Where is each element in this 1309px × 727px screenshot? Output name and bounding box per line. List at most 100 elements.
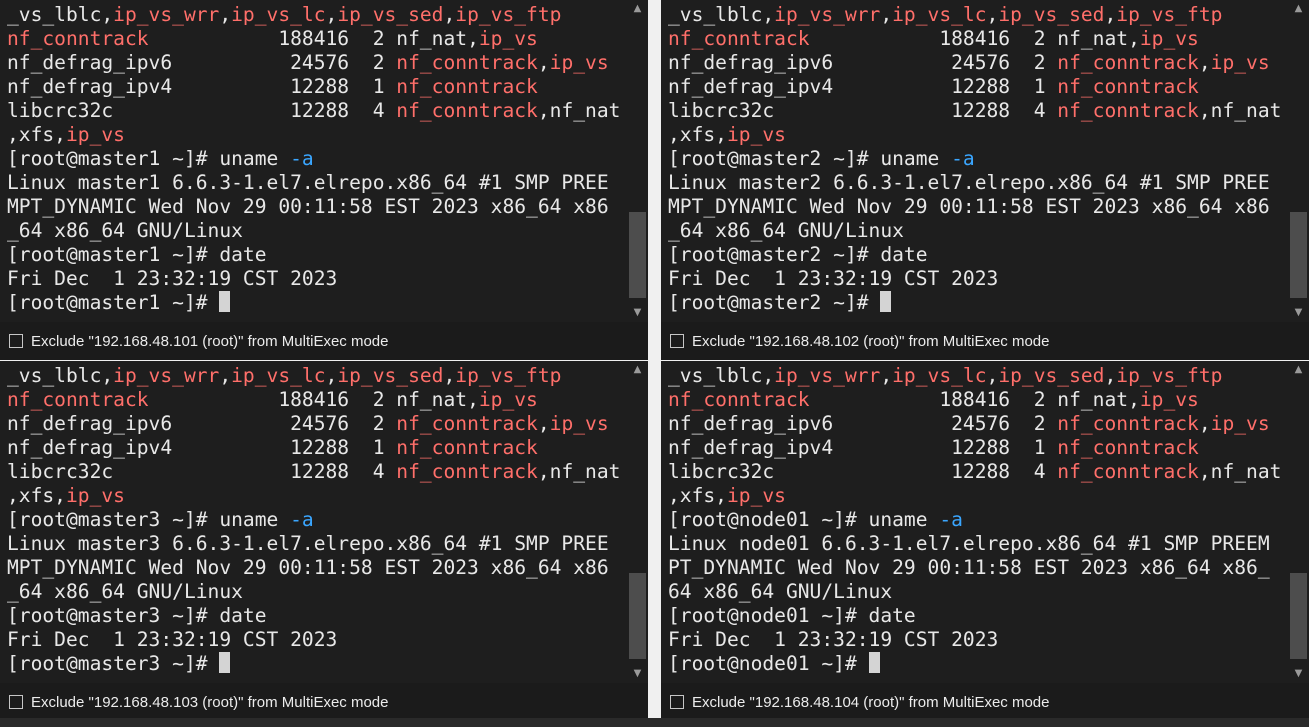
terminal-segment: ,xfs,: [668, 484, 727, 507]
terminal-segment: ,nf_nat: [537, 99, 621, 122]
vertical-scrollbar[interactable]: ▲ ▼: [1288, 361, 1309, 683]
terminal-segment: ip_vs_wrr: [774, 364, 881, 387]
terminal-segment: Linux master3 6.6.3-1.el7.elrepo.x86_64 …: [7, 532, 609, 555]
terminal-pane-master1: _vs_lblc,ip_vs_wrr,ip_vs_lc,ip_vs_sed,ip…: [0, 0, 648, 360]
terminal-segment: ip_vs: [478, 27, 538, 50]
multiexec-exclude-row: Exclude "192.168.48.103 (root)" from Mul…: [0, 683, 648, 721]
terminal-line: libcrc32c 12288 4 nf_conntrack,nf_nat: [7, 99, 620, 122]
exclude-checkbox[interactable]: [9, 334, 23, 348]
terminal-segment: ip_vs_sed: [998, 364, 1105, 387]
terminal-segment: ip_vs_ftp: [1116, 364, 1223, 387]
scroll-down-arrow-icon[interactable]: ▼: [1288, 306, 1309, 320]
terminal-segment: ,: [1104, 3, 1117, 26]
terminal-segment: nf_conntrack: [396, 99, 538, 122]
scroll-down-arrow-icon[interactable]: ▼: [627, 667, 648, 681]
scrollbar-thumb[interactable]: [629, 573, 646, 659]
terminal-segment: nf_conntrack: [1057, 460, 1199, 483]
terminal-segment: nf_defrag_ipv6 24576 2: [7, 412, 397, 435]
terminal-segment: 188416 2 nf_nat,: [148, 388, 479, 411]
terminal-segment: Fri Dec 1 23:32:19 CST 2023: [668, 267, 999, 290]
terminal-segment: ip_vs: [1139, 388, 1199, 411]
terminal-segment: MPT_DYNAMIC Wed Nov 29 00:11:58 EST 2023…: [7, 195, 609, 218]
terminal-segment: [root@master1 ~]# date: [7, 243, 267, 266]
terminal-segment: ip_vs_sed: [337, 364, 444, 387]
terminal-segment: [root@master1 ~]#: [7, 291, 220, 314]
terminal-segment: Fri Dec 1 23:32:19 CST 2023: [7, 628, 338, 651]
terminal-segment: ,: [1104, 364, 1117, 387]
exclude-checkbox[interactable]: [9, 695, 23, 709]
terminal-line: _vs_lblc,ip_vs_wrr,ip_vs_lc,ip_vs_sed,ip…: [7, 3, 561, 26]
terminal-line: nf_defrag_ipv4 12288 1 nf_conntrack: [7, 436, 538, 459]
terminal-text: _vs_lblc,ip_vs_wrr,ip_vs_lc,ip_vs_sed,ip…: [661, 361, 1288, 676]
terminal-segment: ,xfs,: [7, 123, 66, 146]
vertical-scrollbar[interactable]: ▲ ▼: [627, 0, 648, 322]
terminal-segment: ,: [537, 51, 550, 74]
exclude-checkbox[interactable]: [670, 695, 684, 709]
terminal-segment: _64 x86_64 GNU/Linux: [7, 580, 243, 603]
scroll-down-arrow-icon[interactable]: ▼: [627, 306, 648, 320]
terminal-segment: ip_vs_ftp: [455, 364, 562, 387]
terminal-line: 64 x86_64 GNU/Linux: [668, 580, 892, 603]
terminal-line: nf_conntrack 188416 2 nf_nat,ip_vs: [7, 388, 538, 411]
terminal-line: nf_defrag_ipv4 12288 1 nf_conntrack: [7, 75, 538, 98]
terminal-line: [root@master3 ~]# uname -a: [7, 508, 314, 531]
terminal-line: Linux master3 6.6.3-1.el7.elrepo.x86_64 …: [7, 532, 609, 555]
scrollbar-thumb[interactable]: [629, 212, 646, 298]
terminal-segment: ip_vs_lc: [231, 3, 326, 26]
terminal-segment: ,: [219, 3, 232, 26]
terminal-segment: -a: [290, 508, 314, 531]
terminal-output[interactable]: _vs_lblc,ip_vs_wrr,ip_vs_lc,ip_vs_sed,ip…: [661, 361, 1288, 683]
terminal-segment: ip_vs: [1139, 27, 1199, 50]
vertical-scrollbar[interactable]: ▲ ▼: [627, 361, 648, 683]
scrollbar-thumb[interactable]: [1290, 212, 1307, 298]
terminal-segment: nf_conntrack: [7, 27, 149, 50]
terminal-segment: Linux master2 6.6.3-1.el7.elrepo.x86_64 …: [668, 171, 1270, 194]
scroll-down-arrow-icon[interactable]: ▼: [1288, 667, 1309, 681]
scroll-up-arrow-icon[interactable]: ▲: [1288, 2, 1309, 16]
scroll-up-arrow-icon[interactable]: ▲: [627, 2, 648, 16]
terminal-line: Linux master2 6.6.3-1.el7.elrepo.x86_64 …: [668, 171, 1270, 194]
terminal-segment: Linux node01 6.6.3-1.el7.elrepo.x86_64 #…: [668, 532, 1270, 555]
terminal-segment: ip_vs: [726, 484, 786, 507]
scrollbar-thumb[interactable]: [1290, 573, 1307, 659]
terminal-line: _64 x86_64 GNU/Linux: [7, 580, 243, 603]
terminal-line: PT_DYNAMIC Wed Nov 29 00:11:58 EST 2023 …: [668, 556, 1270, 579]
terminal-line: _vs_lblc,ip_vs_wrr,ip_vs_lc,ip_vs_sed,ip…: [668, 364, 1222, 387]
exclude-label[interactable]: Exclude "192.168.48.101 (root)" from Mul…: [31, 333, 389, 350]
exclude-label[interactable]: Exclude "192.168.48.102 (root)" from Mul…: [692, 333, 1050, 350]
terminal-segment: Fri Dec 1 23:32:19 CST 2023: [668, 628, 999, 651]
terminal-segment: nf_conntrack: [396, 436, 538, 459]
multiexec-exclude-row: Exclude "192.168.48.104 (root)" from Mul…: [661, 683, 1309, 721]
terminal-pane-node01: _vs_lblc,ip_vs_wrr,ip_vs_lc,ip_vs_sed,ip…: [661, 361, 1309, 721]
terminal-output[interactable]: _vs_lblc,ip_vs_wrr,ip_vs_lc,ip_vs_sed,ip…: [661, 0, 1288, 322]
terminal-segment: nf_conntrack: [1057, 51, 1199, 74]
terminal-line: [root@master2 ~]# uname -a: [668, 147, 975, 170]
terminal-line: [root@master2 ~]#: [668, 291, 892, 314]
terminal-segment: nf_conntrack: [668, 388, 810, 411]
terminal-line: _vs_lblc,ip_vs_wrr,ip_vs_lc,ip_vs_sed,ip…: [668, 3, 1222, 26]
terminal-output[interactable]: _vs_lblc,ip_vs_wrr,ip_vs_lc,ip_vs_sed,ip…: [0, 361, 627, 683]
terminal-segment: ip_vs: [549, 51, 609, 74]
terminal-segment: 64 x86_64 GNU/Linux: [668, 580, 893, 603]
terminal-segment: ip_vs_ftp: [1116, 3, 1223, 26]
exclude-label[interactable]: Exclude "192.168.48.103 (root)" from Mul…: [31, 694, 389, 711]
bottom-toolbar-edge: [0, 718, 1309, 727]
terminal-line: [root@master1 ~]# date: [7, 243, 267, 266]
terminal-segment: libcrc32c 12288 4: [668, 460, 1058, 483]
exclude-label[interactable]: Exclude "192.168.48.104 (root)" from Mul…: [692, 694, 1050, 711]
terminal-segment: nf_defrag_ipv4 12288 1: [7, 436, 397, 459]
scroll-up-arrow-icon[interactable]: ▲: [627, 363, 648, 377]
terminal-segment: nf_conntrack: [396, 75, 538, 98]
terminal-segment: nf_conntrack: [1057, 75, 1199, 98]
terminal-segment: ip_vs_sed: [998, 3, 1105, 26]
terminal-segment: [root@master2 ~]#: [668, 291, 881, 314]
terminal-line: ,xfs,ip_vs: [7, 484, 125, 507]
vertical-scrollbar[interactable]: ▲ ▼: [1288, 0, 1309, 322]
terminal-output[interactable]: _vs_lblc,ip_vs_wrr,ip_vs_lc,ip_vs_sed,ip…: [0, 0, 627, 322]
scroll-up-arrow-icon[interactable]: ▲: [1288, 363, 1309, 377]
exclude-checkbox[interactable]: [670, 334, 684, 348]
terminal-segment: ,: [325, 3, 338, 26]
terminal-line: Fri Dec 1 23:32:19 CST 2023: [7, 628, 337, 651]
terminal-text: _vs_lblc,ip_vs_wrr,ip_vs_lc,ip_vs_sed,ip…: [0, 361, 627, 676]
terminal-segment: ip_vs: [549, 412, 609, 435]
